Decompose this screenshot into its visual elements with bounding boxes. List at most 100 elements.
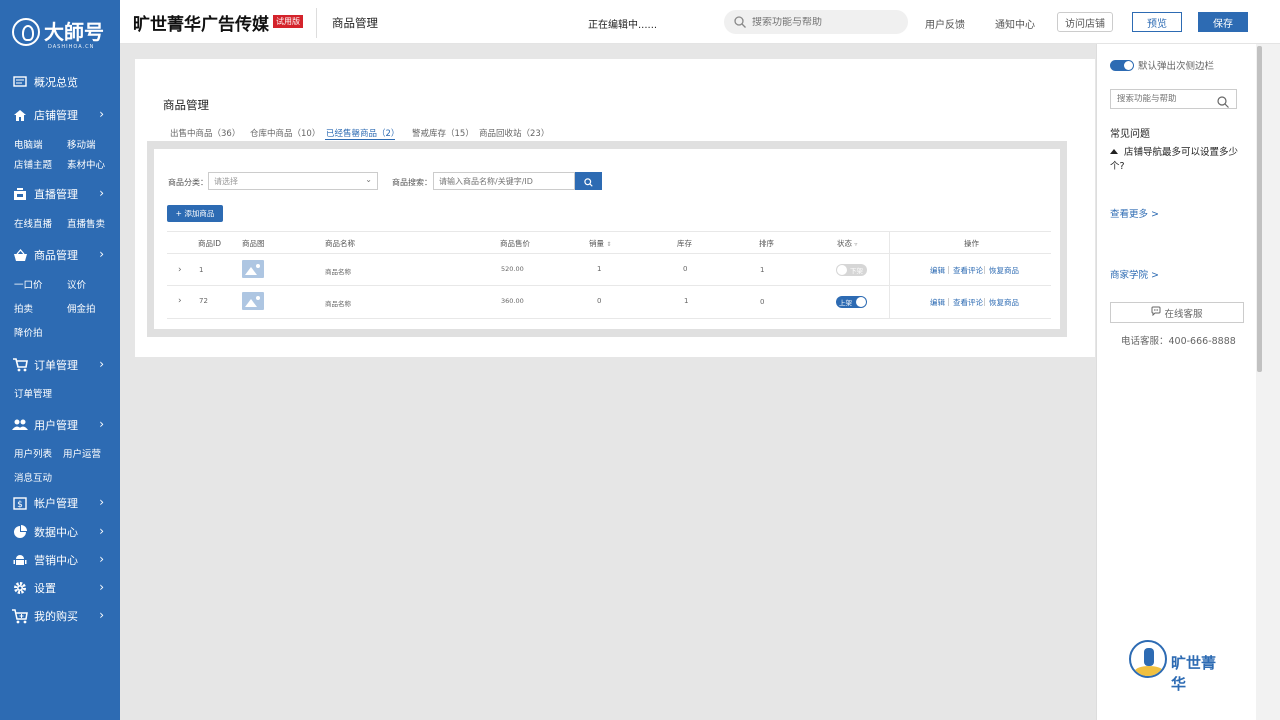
expand-row-icon[interactable]: › [178, 296, 182, 306]
sidebar-item-label: 订单管理 [34, 359, 78, 372]
tab-sold-out[interactable]: 已经售罄商品（2） [326, 127, 399, 139]
sidebar-sub-assets[interactable]: 素材中心 [67, 157, 105, 171]
edit-link[interactable]: 编辑 [930, 297, 945, 308]
row-stock: 1 [684, 297, 689, 305]
faq-item[interactable]: 店铺导航最多可以设置多少个? [1110, 146, 1245, 174]
product-image-placeholder-icon [242, 292, 264, 310]
sidebar-sub-negotiable[interactable]: 议价 [67, 277, 86, 291]
sidebar-item-live[interactable]: 直播管理 › [12, 185, 108, 203]
chevron-right-icon: › [99, 357, 104, 371]
toggle-knob [837, 265, 847, 275]
sidebar-item-account[interactable]: $ 帐户管理 › [12, 494, 108, 512]
sidebar-sub-messages[interactable]: 消息互动 [14, 470, 52, 484]
category-select[interactable]: 请选择 ⌄ [208, 172, 378, 190]
sidebar-item-store[interactable]: 店铺管理 › [12, 106, 108, 124]
sidebar-item-label: 数据中心 [34, 526, 78, 539]
sidebar-item-overview[interactable]: 概况总览 [12, 73, 108, 91]
column-header-status[interactable]: 状态 ▿ [837, 238, 857, 249]
edit-link[interactable]: 编辑 [930, 265, 945, 276]
sidebar-item-label: 营销中心 [34, 554, 78, 567]
op-separator [984, 266, 985, 274]
feedback-link[interactable]: 用户反馈 [925, 16, 965, 31]
help-search[interactable] [1110, 89, 1237, 109]
sidebar-sub-dutch-auction[interactable]: 降价拍 [14, 325, 43, 339]
sidebar-item-label: 商品管理 [34, 249, 78, 262]
sidebar-item-orders[interactable]: 订单管理 › [12, 356, 108, 374]
restore-product-link[interactable]: 恢复商品 [989, 265, 1019, 276]
see-more-link[interactable]: 查看更多 > [1110, 206, 1159, 220]
chevron-right-icon: › [99, 552, 104, 566]
main-card: 商品管理 出售中商品（36） 仓库中商品（10） 已经售罄商品（2） 警戒库存（… [135, 59, 1095, 357]
sidebar: 大師号 DASHIHOA.CN 概况总览 店铺管理 › 电脑端 移动端 店铺主题… [0, 0, 120, 720]
tab-in-warehouse[interactable]: 仓库中商品（10） [250, 127, 320, 139]
svg-text:$: $ [17, 500, 23, 510]
sidebar-item-settings[interactable]: 设置 › [12, 579, 108, 597]
sidebar-sub-auction[interactable]: 拍卖 [14, 301, 33, 315]
sidebar-sub-commission-auction[interactable]: 佣金拍 [67, 301, 96, 315]
faq-question: 店铺导航最多可以设置多少个? [1110, 147, 1239, 172]
tab-on-sale[interactable]: 出售中商品（36） [170, 127, 240, 139]
op-separator [948, 266, 949, 274]
help-search-input[interactable] [1117, 94, 1217, 104]
live-icon [12, 187, 28, 201]
sidebar-sub-user-operations[interactable]: 用户运营 [63, 446, 101, 460]
page-crumb: 商品管理 [332, 16, 378, 30]
preview-button[interactable]: 预览 [1132, 12, 1182, 32]
row-sales: 0 [597, 297, 602, 305]
scrollbar-thumb[interactable] [1257, 46, 1262, 372]
column-header-sales[interactable]: 销量 ⇕ [589, 238, 611, 249]
sidebar-sub-user-list[interactable]: 用户列表 [14, 446, 52, 460]
merchant-academy-link[interactable]: 商家学院 > [1110, 267, 1159, 281]
divider [316, 8, 317, 38]
sidebar-sub-mobile[interactable]: 移动端 [67, 137, 96, 151]
view-reviews-link[interactable]: 查看评论 [953, 265, 983, 276]
brand-name: 旷世菁华广告传媒 [133, 15, 269, 35]
purchase-cart-icon [12, 608, 28, 623]
sidebar-sub-online-live[interactable]: 在线直播 [14, 216, 52, 230]
column-header-sales-label: 销量 [589, 239, 604, 248]
category-select-value: 请选择 [214, 177, 238, 186]
sidebar-item-purchases[interactable]: 我的购买 › [12, 607, 108, 625]
android-icon [12, 553, 28, 567]
tab-low-stock[interactable]: 警戒库存（15） [412, 127, 474, 139]
partner-logo: 旷世菁华 [1129, 640, 1229, 693]
table-header-border [167, 253, 1051, 254]
search-submit-button[interactable] [575, 172, 602, 190]
column-header-actions: 操作 [964, 239, 979, 248]
sidebar-item-marketing[interactable]: 营销中心 › [12, 551, 108, 569]
sidebar-logo[interactable]: 大師号 DASHIHOA.CN [12, 14, 112, 50]
add-product-button[interactable]: + 添加商品 [167, 205, 223, 222]
sidebar-sub-theme[interactable]: 店铺主题 [14, 157, 52, 171]
search-icon[interactable] [1217, 93, 1229, 112]
restore-product-link[interactable]: 恢复商品 [989, 297, 1019, 308]
notifications-link[interactable]: 通知中心 [995, 16, 1035, 31]
status-toggle-label: 下架 [850, 267, 863, 275]
tab-recycle-bin[interactable]: 商品回收站（23） [479, 127, 549, 139]
sidebar-sub-pc[interactable]: 电脑端 [14, 137, 43, 151]
sidebar-item-label: 店铺管理 [34, 109, 78, 122]
product-search-input[interactable] [433, 172, 575, 190]
search-icon [584, 172, 593, 191]
sidebar-item-label: 设置 [34, 582, 56, 595]
sidebar-sub-fixed-price[interactable]: 一口价 [14, 277, 43, 291]
online-service-button[interactable]: 在线客服 [1110, 302, 1244, 323]
sidebar-sub-order-management[interactable]: 订单管理 [14, 386, 52, 400]
category-label: 商品分类： [168, 178, 208, 187]
online-service-label: 在线客服 [1164, 308, 1203, 320]
sidebar-item-data[interactable]: 数据中心 › [12, 523, 108, 541]
global-search[interactable] [724, 10, 908, 34]
visit-store-button[interactable]: 访问店铺 [1057, 12, 1113, 32]
expand-row-icon[interactable]: › [178, 265, 182, 275]
sidebar-sub-live-sale[interactable]: 直播售卖 [67, 216, 105, 230]
search-input[interactable] [752, 16, 892, 28]
status-toggle[interactable]: 下架 [836, 264, 867, 276]
sidebar-item-products[interactable]: 商品管理 › [12, 246, 108, 264]
save-button[interactable]: 保存 [1198, 12, 1248, 32]
sidebar-item-users[interactable]: 用户管理 › [12, 416, 108, 434]
gear-icon [12, 581, 28, 595]
chevron-right-icon: › [99, 608, 104, 622]
status-toggle[interactable]: 上架 [836, 296, 867, 308]
view-reviews-link[interactable]: 查看评论 [953, 297, 983, 308]
default-popup-toggle[interactable] [1110, 60, 1134, 71]
row-sales: 1 [597, 265, 602, 273]
